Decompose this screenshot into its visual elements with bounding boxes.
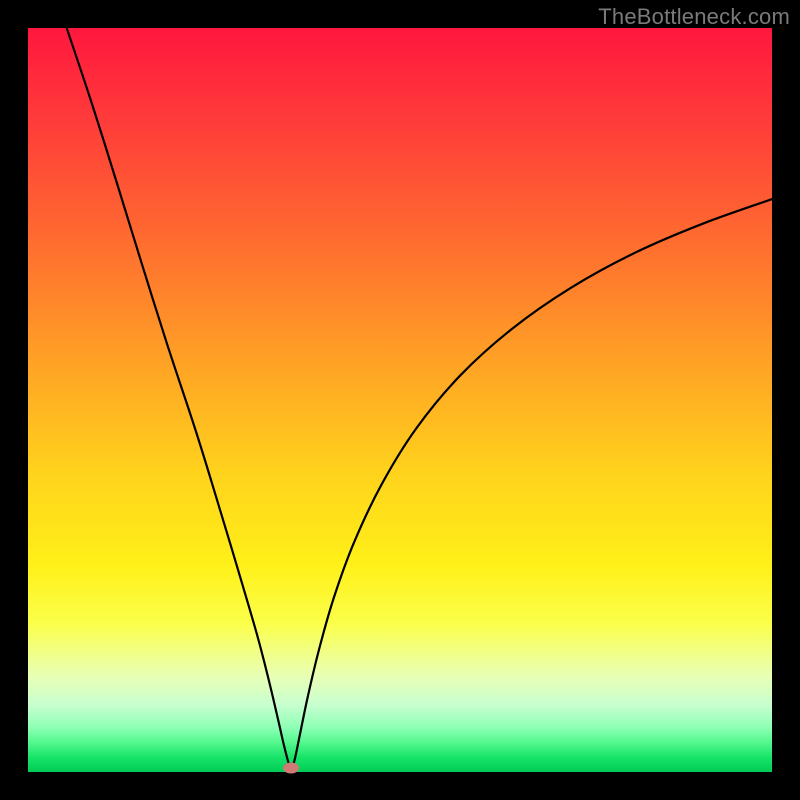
minimum-dot-icon (283, 763, 299, 774)
plot-area (28, 28, 772, 772)
bottleneck-curve (28, 28, 772, 772)
watermark-label: TheBottleneck.com (598, 4, 790, 30)
chart-stage: TheBottleneck.com (0, 0, 800, 800)
